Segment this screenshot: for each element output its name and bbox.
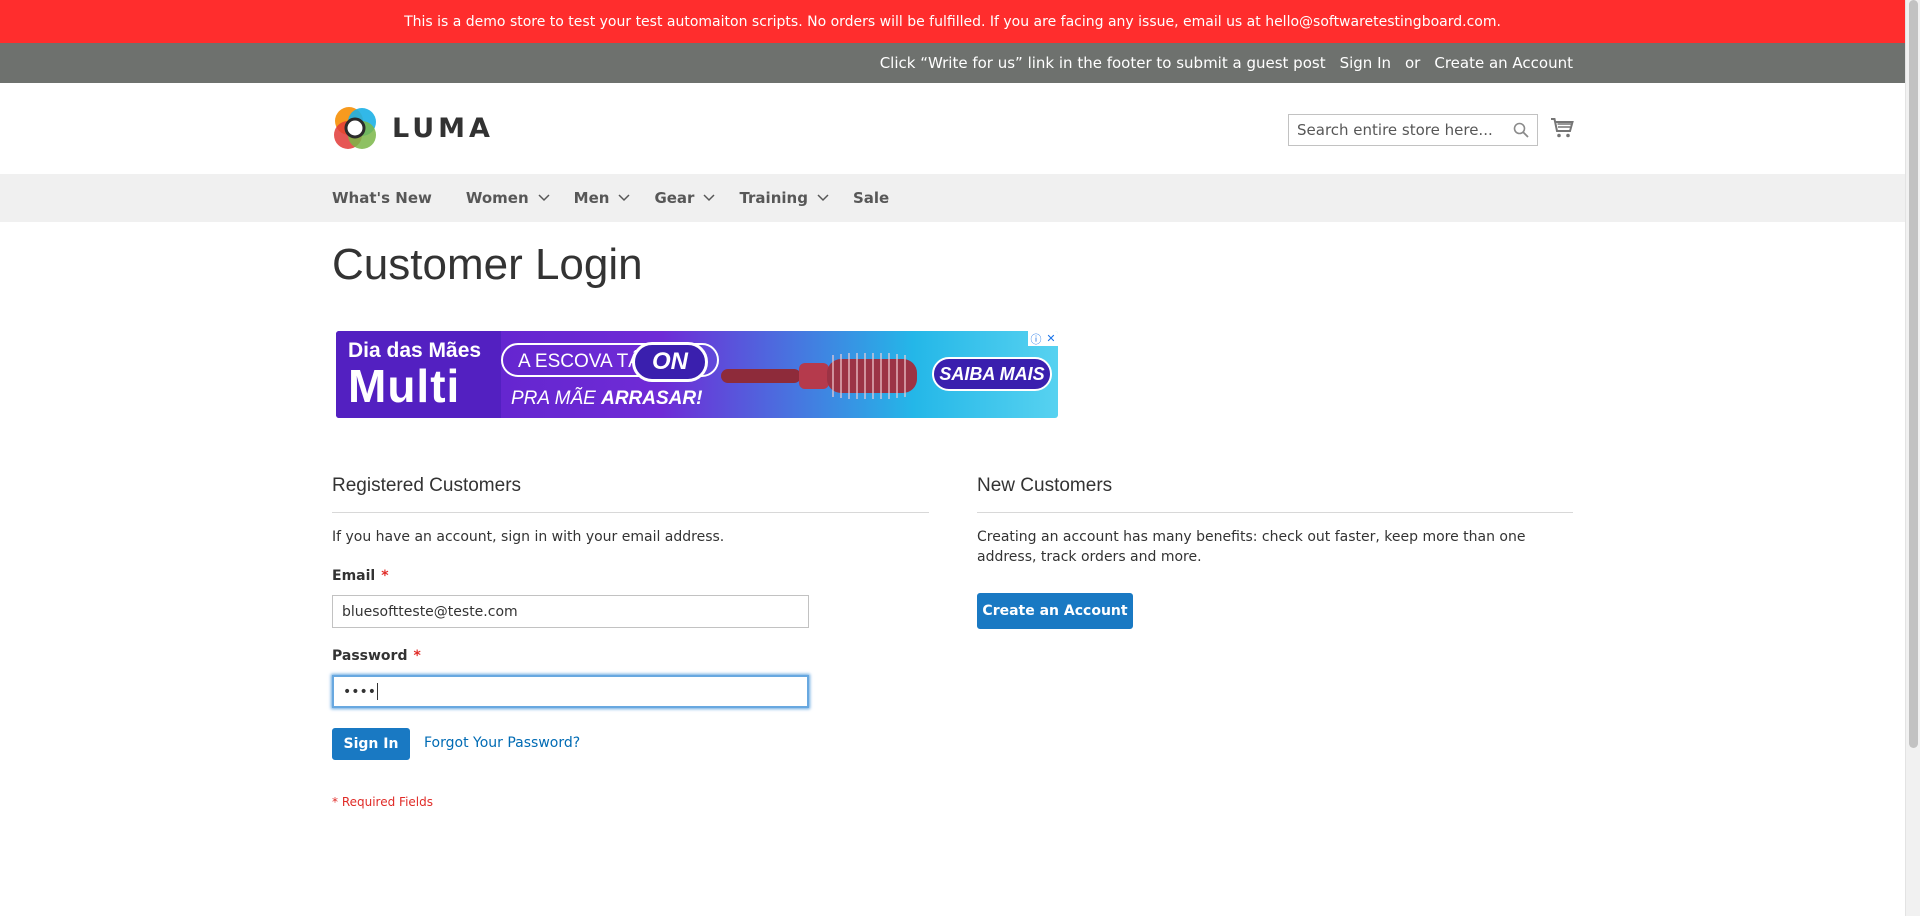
registered-customers-title: Registered Customers — [332, 475, 522, 496]
required-mark: * — [413, 648, 421, 664]
nav-item-men[interactable]: Men — [574, 189, 631, 207]
nav-item-label: Gear — [654, 189, 695, 207]
ad-controls: ⓘ ✕ — [1028, 331, 1058, 346]
luma-logo-icon — [334, 107, 376, 149]
ad-info-icon[interactable]: ⓘ — [1030, 331, 1041, 347]
cart-icon[interactable] — [1550, 116, 1574, 140]
logo-text: LUMA — [392, 112, 494, 144]
ad-banner[interactable]: Dia das Mães Multi A ESCOVA TÁ ON PRA MÃ… — [336, 331, 1058, 418]
required-fields-note: * Required Fields — [332, 795, 433, 809]
ad-brand: Multi — [348, 360, 461, 412]
password-value: •••• — [343, 683, 377, 700]
password-label: Password * — [332, 648, 421, 664]
nav-item-label: What's New — [332, 189, 432, 207]
ad-subtagline: PRA MÃE ARRASAR! — [511, 388, 702, 410]
logo[interactable]: LUMA — [332, 105, 494, 151]
page-title: Customer Login — [332, 240, 643, 289]
create-account-button[interactable]: Create an Account — [977, 593, 1133, 629]
chevron-down-icon — [618, 194, 630, 202]
required-mark: * — [381, 568, 389, 584]
chevron-down-icon — [703, 194, 715, 202]
create-account-link[interactable]: Create an Account — [1434, 54, 1573, 72]
new-customers-divider — [977, 512, 1573, 513]
registered-intro: If you have an account, sign in with you… — [332, 529, 725, 545]
guest-post-text: Click “Write for us” link in the footer … — [879, 54, 1326, 72]
or-text: or — [1405, 54, 1421, 72]
registered-divider — [332, 512, 929, 513]
sign-in-link[interactable]: Sign In — [1340, 54, 1391, 72]
chevron-down-icon — [817, 194, 829, 202]
password-field[interactable]: •••• — [332, 675, 809, 708]
ad-close-icon[interactable]: ✕ — [1046, 332, 1055, 345]
new-customers-text: Creating an account has many benefits: c… — [977, 529, 1526, 565]
ad-cta-button[interactable]: SAIBA MAIS — [932, 357, 1052, 391]
ad-subtagline-b: ARRASAR! — [601, 388, 703, 409]
chevron-down-icon — [538, 194, 550, 202]
nav-item-label: Women — [465, 189, 529, 207]
main-navigation: What's New Women Men Gear Training Sale — [0, 174, 1905, 222]
nav-item-sale[interactable]: Sale — [853, 189, 889, 207]
text-caret — [377, 683, 379, 700]
forgot-password-link[interactable]: Forgot Your Password? — [424, 735, 580, 751]
nav-item-whats-new[interactable]: What's New — [332, 189, 432, 207]
sign-in-button[interactable]: Sign In — [332, 728, 410, 760]
email-label-text: Email — [332, 568, 376, 584]
nav-item-label: Men — [573, 189, 610, 207]
demo-notice-bar: This is a demo store to test your test a… — [0, 0, 1905, 43]
nav-item-women[interactable]: Women — [466, 189, 550, 207]
scrollbar-thumb[interactable] — [1909, 0, 1918, 748]
email-field[interactable]: bluesoftteste@teste.com — [332, 595, 809, 628]
email-value: bluesoftteste@teste.com — [342, 603, 518, 620]
nav-item-training[interactable]: Training — [739, 189, 829, 207]
demo-notice-text: This is a demo store to test your test a… — [404, 13, 1501, 30]
search-input[interactable] — [1289, 115, 1499, 145]
ad-tagline: A ESCOVA TÁ — [518, 351, 641, 372]
page-scrollbar[interactable] — [1905, 0, 1920, 916]
nav-items: What's New Women Men Gear Training Sale — [332, 174, 889, 222]
hair-brush-icon — [721, 353, 917, 399]
panel-header: Click “Write for us” link in the footer … — [0, 43, 1905, 83]
search-box — [1288, 114, 1538, 146]
nav-item-gear[interactable]: Gear — [654, 189, 715, 207]
site-header: LUMA — [0, 83, 1905, 174]
new-customers-title: New Customers — [977, 475, 1113, 496]
ad-subtagline-a: PRA MÃE — [511, 388, 596, 409]
header-links: Click “Write for us” link in the footer … — [880, 43, 1573, 83]
nav-item-label: Training — [739, 189, 808, 207]
nav-item-label: Sale — [852, 189, 890, 207]
ad-on-badge: ON — [632, 342, 708, 382]
email-label: Email * — [332, 568, 389, 584]
password-label-text: Password — [332, 648, 408, 664]
search-icon[interactable] — [1513, 122, 1529, 138]
